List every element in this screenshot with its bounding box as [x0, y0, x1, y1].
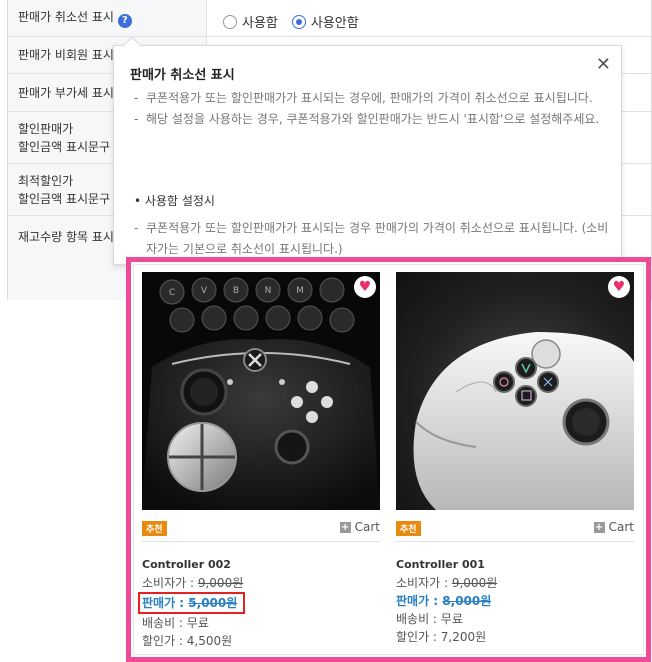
product-card[interactable]: ♥ 추천 + Cart Controller 001 소비자가 : 9,000원…: [396, 272, 634, 646]
consumer-price: 9,000원: [451, 576, 498, 590]
shipping-line: 배송비 : 무료: [142, 616, 209, 630]
popup-subtitle: • 사용함 설정시: [134, 194, 215, 208]
close-icon[interactable]: ✕: [596, 54, 611, 75]
help-icon[interactable]: ?: [117, 14, 132, 28]
recommend-badge: 추천: [396, 521, 421, 536]
plus-icon: +: [339, 521, 351, 533]
help-popup: 판매가 취소선 표시 ✕ 쿠폰적용가 또는 할인판매가가 표시되는 경우에, 판…: [113, 36, 622, 265]
product-name[interactable]: Controller 001: [396, 556, 634, 574]
product-info: Controller 002 소비자가 : 9,000원 판매가 : 5,000…: [138, 542, 380, 650]
setting-label-text: 판매가 취소선 표시: [18, 10, 114, 24]
setting-label: 판매가 취소선 표시?: [8, 0, 207, 36]
cart-label: Cart: [354, 520, 380, 534]
sale-price-label: 판매가 :: [142, 596, 189, 610]
radio-use-label: 사용함: [242, 16, 278, 31]
consumer-price-label: 소비자가 :: [142, 576, 198, 590]
cart-label: Cart: [608, 520, 634, 534]
popup-title: 판매가 취소선 표시: [130, 68, 235, 83]
svg-text:M: M: [296, 286, 304, 296]
radio-use[interactable]: 사용함: [223, 12, 278, 31]
product-image[interactable]: CVB NM ♥: [142, 272, 380, 510]
popup-bullet: 해당 설정을 사용하는 경우, 쿠폰적용가와 할인판매가는 반드시 '표시함'으…: [114, 109, 609, 130]
radio-use-circle[interactable]: [223, 14, 237, 29]
card-action-bar: 추천 + Cart: [142, 510, 380, 542]
popup-description-list: 쿠폰적용가 또는 할인판매가가 표시되는 경우에, 판매가의 가격이 취소선으로…: [114, 88, 609, 130]
svg-text:N: N: [265, 286, 272, 296]
popup-bullet: 쿠폰적용가 또는 할인판매가가 표시되는 경우 판매가의 가격이 취소선으로 표…: [114, 218, 609, 260]
keyboard-controller-image: CVB NM: [142, 272, 380, 510]
product-preview: CVB NM ♥ 추천 + Cart Controller 002 소비자가:…: [126, 257, 651, 662]
setting-row-strikethrough: 판매가 취소선 표시? 사용함 사용안함: [8, 0, 651, 37]
sale-price: 8,000원: [442, 594, 492, 608]
product-name[interactable]: Controller 002: [142, 556, 380, 574]
svg-text:C: C: [169, 288, 175, 298]
product-info: Controller 001 소비자가 : 9,000원 판매가 : 8,000…: [396, 542, 634, 646]
sale-price-label: 판매가 :: [396, 594, 443, 608]
add-to-cart-button[interactable]: + Cart: [339, 520, 380, 534]
consumer-price: 9,000원: [197, 576, 244, 590]
shipping-line: 배송비 : 무료: [396, 612, 463, 626]
discount-price-line: 할인가 : 7,200원: [396, 630, 487, 644]
sale-price-line: 판매가 : 5,000원: [138, 592, 380, 614]
svg-text:B: B: [233, 286, 239, 296]
plus-icon: +: [593, 521, 605, 533]
consumer-price-line: 소비자가 : 9,000원: [396, 574, 634, 592]
preview-inner: CVB NM ♥ 추천 + Cart Controller 002 소비자가:…: [133, 264, 644, 655]
strikethrough-radio-group: 사용함 사용안함: [223, 12, 359, 31]
ps-controller-image: [413, 332, 634, 510]
recommend-badge: 추천: [142, 521, 167, 536]
consumer-price-label: 소비자가 :: [396, 576, 452, 590]
wishlist-heart-icon[interactable]: ♥: [608, 276, 630, 298]
discount-price-line: 할인가 : 4,500원: [142, 634, 233, 648]
radio-not-use-label: 사용안함: [310, 16, 359, 31]
svg-text:V: V: [201, 286, 208, 296]
sale-price-highlight: 판매가 : 5,000원: [138, 592, 246, 614]
product-image[interactable]: ♥: [396, 272, 634, 510]
radio-not-use[interactable]: 사용안함: [291, 12, 359, 31]
radio-not-use-circle[interactable]: [291, 14, 306, 29]
sale-price: 5,000원: [188, 596, 238, 610]
wishlist-heart-icon[interactable]: ♥: [354, 276, 376, 298]
popup-subtitle-text: 사용함 설정시: [144, 194, 215, 208]
sale-price-line: 판매가 : 8,000원: [396, 592, 634, 610]
product-card[interactable]: CVB NM ♥ 추천 + Cart Controller 002 소비자가:…: [138, 272, 380, 650]
card-action-bar: 추천 + Cart: [396, 510, 634, 542]
consumer-price-line: 소비자가 : 9,000원: [142, 574, 380, 592]
popup-subtitle-list: 쿠폰적용가 또는 할인판매가가 표시되는 경우 판매가의 가격이 취소선으로 표…: [114, 218, 609, 260]
popup-bullet: 쿠폰적용가 또는 할인판매가가 표시되는 경우에, 판매가의 가격이 취소선으로…: [114, 88, 609, 109]
add-to-cart-button[interactable]: + Cart: [593, 520, 634, 534]
